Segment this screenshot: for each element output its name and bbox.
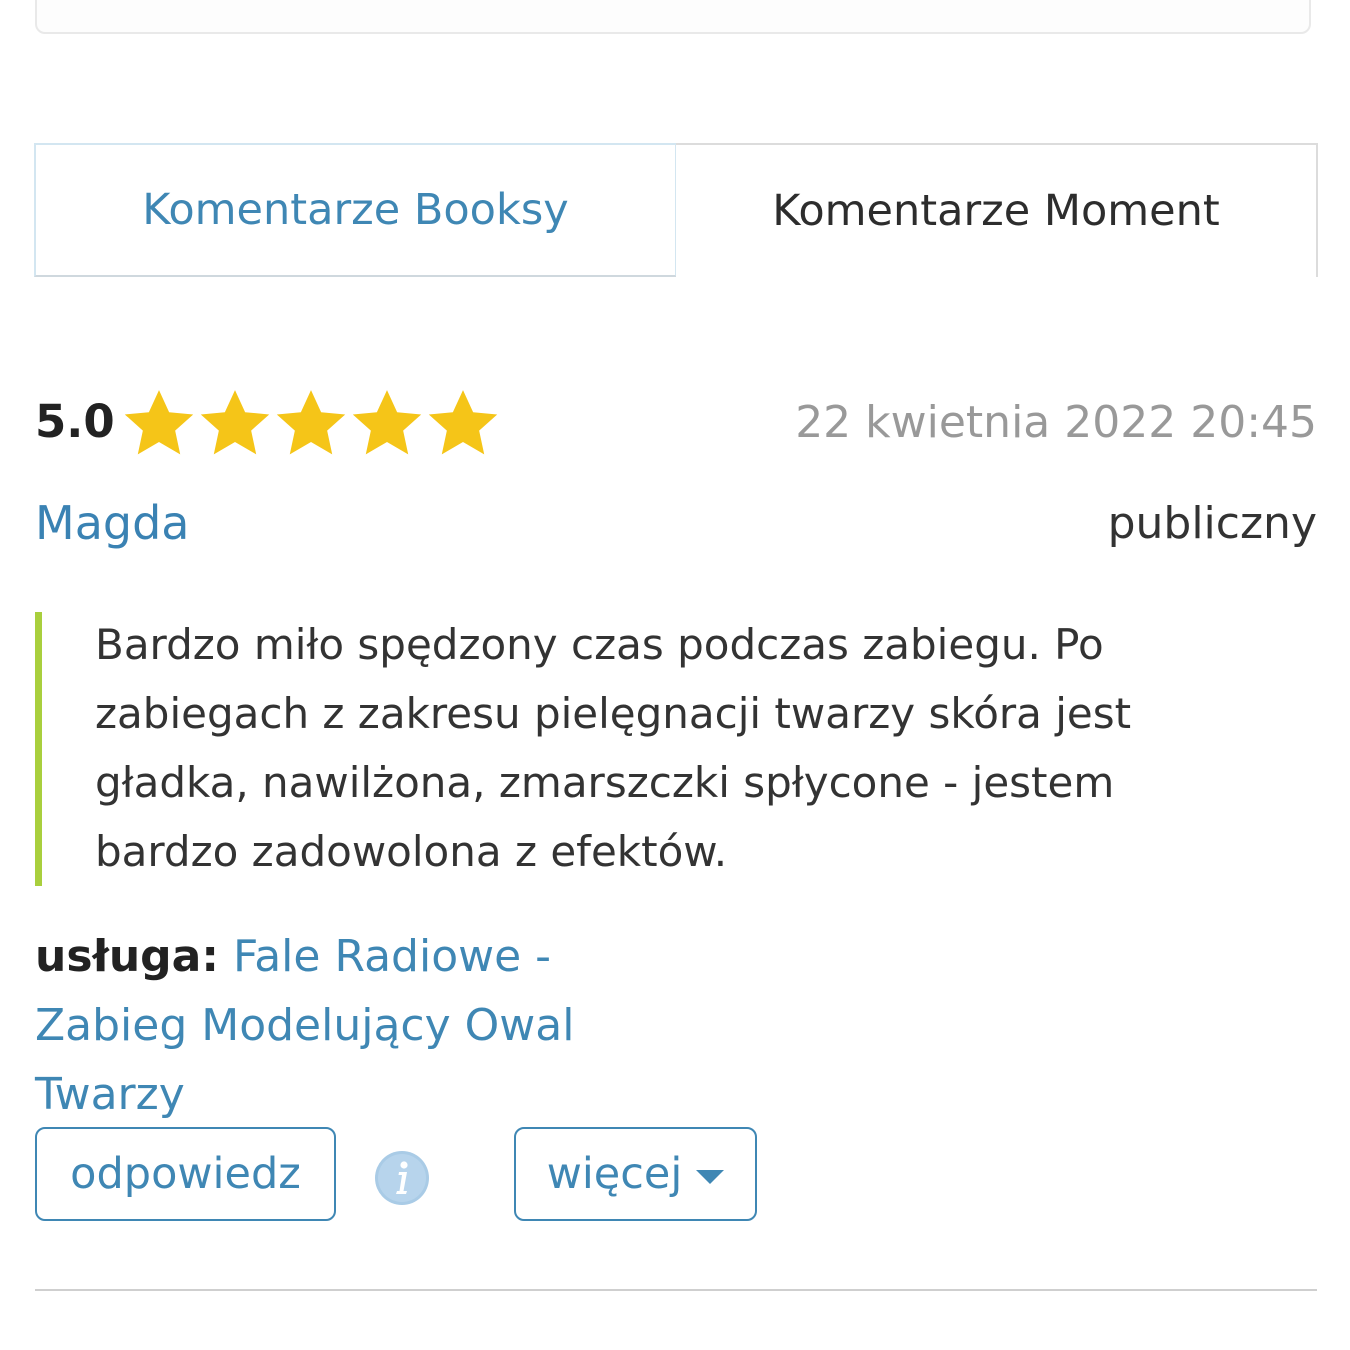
more-dropdown-button[interactable]: więcej (514, 1127, 757, 1221)
info-icon[interactable] (374, 1150, 430, 1206)
review-quote: Bardzo miło spędzony czas podczas zabieg… (35, 612, 1265, 886)
comments-tabs: Komentarze Booksy Komentarze Moment (34, 143, 1318, 277)
tab-komentarze-booksy[interactable]: Komentarze Booksy (34, 143, 677, 277)
previous-card (35, 0, 1311, 34)
rating-stars (121, 385, 501, 461)
review-text: Bardzo miło spędzony czas podczas zabieg… (95, 620, 1132, 876)
review-author[interactable]: Magda (35, 496, 189, 550)
reply-button-label: odpowiedz (70, 1149, 301, 1199)
reply-button[interactable]: odpowiedz (35, 1127, 336, 1221)
more-button-label: więcej (546, 1149, 683, 1199)
star-icon (276, 390, 346, 455)
star-icon (428, 390, 498, 455)
star-icon (124, 390, 194, 455)
review-visibility: publiczny (1107, 498, 1317, 549)
caret-down-icon (696, 1170, 725, 1184)
review-rating-row: 5.0 22 kwietnia 2022 20:45 (35, 385, 1317, 461)
review-date: 22 kwietnia 2022 20:45 (795, 397, 1317, 448)
rating-score: 5.0 (35, 395, 115, 448)
review-service: usługa: Fale Radiowe - Zabieg Modelujący… (35, 922, 695, 1129)
service-label: usługa: (35, 931, 219, 982)
star-icon (352, 390, 422, 455)
review-divider (35, 1289, 1317, 1291)
star-icon (200, 390, 270, 455)
tab-komentarze-moment[interactable]: Komentarze Moment (676, 143, 1318, 277)
